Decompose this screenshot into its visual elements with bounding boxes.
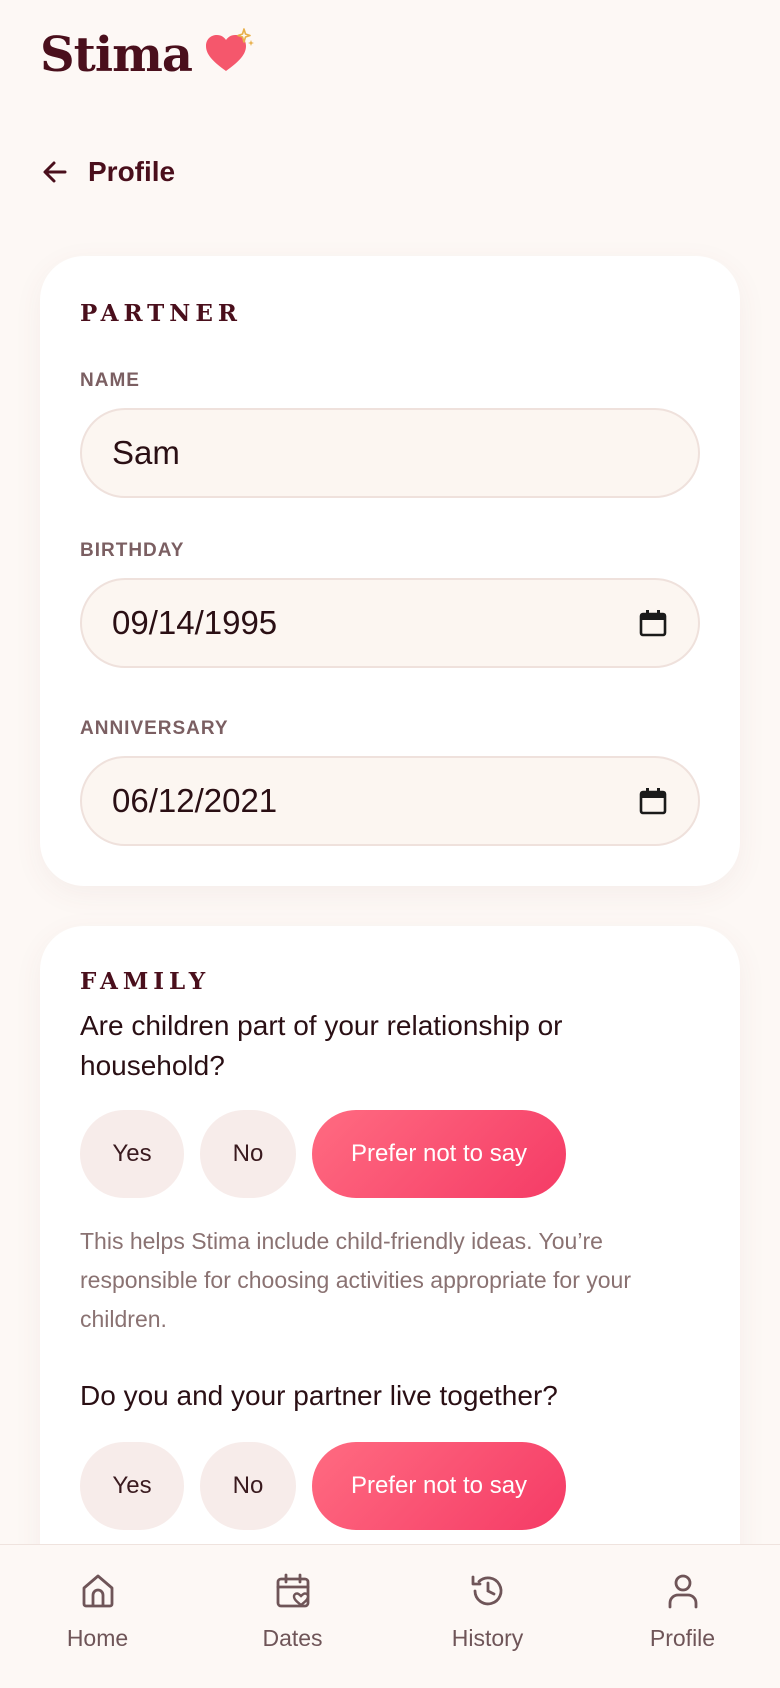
page-title: Profile bbox=[88, 156, 176, 187]
children-prefer-not-button[interactable]: Prefer not to say bbox=[312, 1110, 566, 1198]
birthday-value: 09/14/1995 bbox=[112, 604, 278, 641]
nav-home-label: Home bbox=[66, 1625, 129, 1651]
nav-history-label: History bbox=[451, 1625, 524, 1651]
bottom-nav: Home Dates History Profile bbox=[0, 1544, 780, 1688]
calendar-icon[interactable] bbox=[638, 608, 668, 638]
nav-dates[interactable]: Dates bbox=[195, 1545, 390, 1688]
children-yes-button[interactable]: Yes bbox=[80, 1110, 184, 1198]
partner-section-title: PARTNER bbox=[80, 300, 242, 327]
live-together-prefer-not-button[interactable]: Prefer not to say bbox=[312, 1442, 566, 1530]
name-input[interactable]: Sam bbox=[80, 408, 700, 498]
birthday-input[interactable]: 09/14/1995 bbox=[80, 578, 700, 668]
children-question: Are children part of your relationship o… bbox=[80, 1010, 563, 1081]
live-together-question: Do you and your partner live together? bbox=[80, 1380, 558, 1411]
live-together-yes-button[interactable]: Yes bbox=[80, 1442, 184, 1530]
calendar-heart-icon bbox=[273, 1571, 313, 1611]
anniversary-label: ANNIVERSARY bbox=[80, 718, 229, 739]
nav-profile[interactable]: Profile bbox=[585, 1545, 780, 1688]
anniversary-input[interactable]: 06/12/2021 bbox=[80, 756, 700, 846]
back-button[interactable]: Profile bbox=[40, 150, 175, 194]
name-label: NAME bbox=[80, 370, 140, 391]
heart-sparkle-icon bbox=[204, 27, 256, 77]
nav-dates-label: Dates bbox=[262, 1625, 323, 1651]
name-value: Sam bbox=[112, 434, 180, 471]
family-section-title: FAMILY bbox=[80, 968, 211, 995]
nav-profile-label: Profile bbox=[649, 1625, 716, 1651]
children-no-button[interactable]: No bbox=[200, 1110, 296, 1198]
calendar-icon[interactable] bbox=[638, 786, 668, 816]
nav-history[interactable]: History bbox=[390, 1545, 585, 1688]
children-options: Yes No Prefer not to say bbox=[80, 1110, 566, 1198]
anniversary-value: 06/12/2021 bbox=[112, 782, 278, 819]
live-together-options: Yes No Prefer not to say bbox=[80, 1442, 566, 1530]
app-header: Stima bbox=[0, 0, 780, 110]
birthday-label: BIRTHDAY bbox=[80, 540, 185, 561]
history-icon bbox=[468, 1571, 508, 1611]
partner-card: PARTNER NAME Sam BIRTHDAY 09/14/1995 ANN… bbox=[40, 256, 740, 886]
children-helper-text: This helps Stima include child-friendly … bbox=[80, 1228, 632, 1332]
arrow-left-icon bbox=[40, 157, 70, 187]
home-icon bbox=[78, 1571, 118, 1611]
nav-home[interactable]: Home bbox=[0, 1545, 195, 1688]
live-together-no-button[interactable]: No bbox=[200, 1442, 296, 1530]
user-icon bbox=[663, 1571, 703, 1611]
brand-logo: Stima bbox=[40, 27, 193, 83]
